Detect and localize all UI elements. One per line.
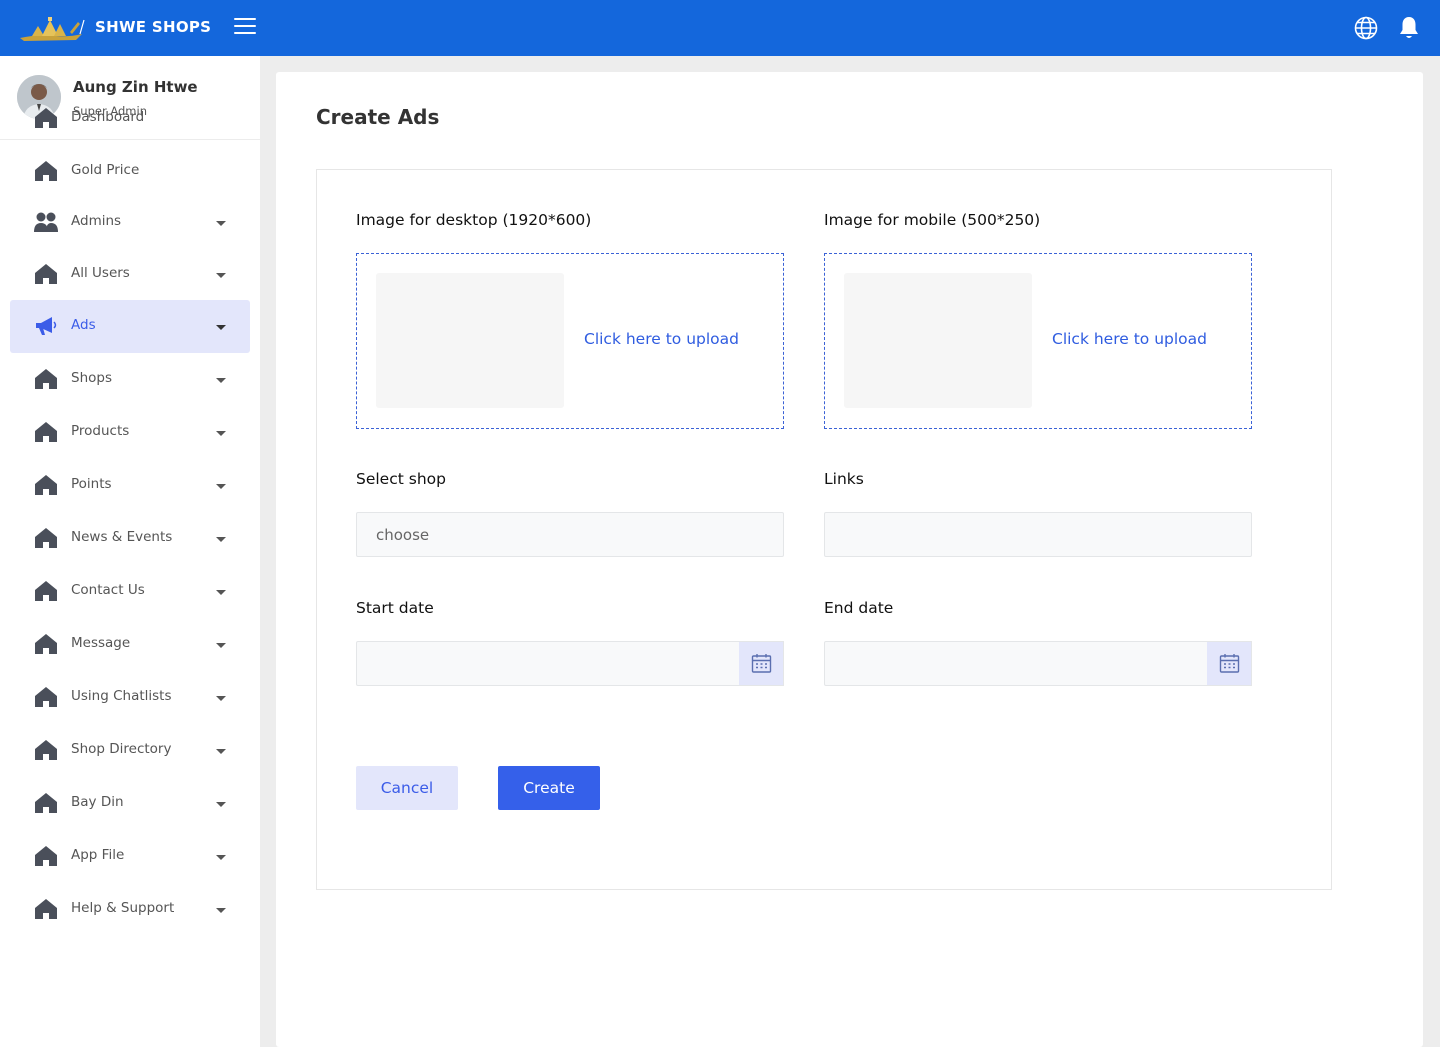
chevron-down-icon [216,537,226,542]
desktop-image-preview [376,273,564,408]
chevron-down-icon [216,484,226,489]
sidebar-item-help-support[interactable]: Help & Support [10,883,250,936]
sidebar-item-app-file[interactable]: App File [10,830,250,883]
sidebar-item-shops[interactable]: Shops [10,353,250,406]
home-icon [34,263,58,285]
end-date-label: End date [824,599,894,617]
home-icon [34,107,58,129]
start-date-field [356,641,784,686]
sidebar-item-products[interactable]: Products [10,406,250,459]
sidebar-item-admins[interactable]: Admins [10,196,250,249]
sidebar-item-label: Admins [71,213,122,229]
home-icon [34,739,58,761]
chevron-down-icon [216,378,226,383]
end-date-calendar-button[interactable] [1207,641,1252,686]
sidebar-item-label: Bay Din [71,794,124,810]
sidebar-item-contact-us[interactable]: Contact Us [10,565,250,618]
sidebar-item-shop-directory[interactable]: Shop Directory [10,724,250,777]
home-icon [34,368,58,390]
sidebar-item-label: News & Events [71,529,173,545]
globe-icon[interactable] [1354,16,1378,40]
start-date-input[interactable] [356,641,784,686]
chevron-down-icon [216,643,226,648]
sidebar-item-dashboard[interactable]: Dashboard [10,92,250,145]
sidebar-item-label: Dashboard [71,109,145,125]
sidebar-item-label: Contact Us [71,582,145,598]
links-label: Links [824,470,864,488]
page-title: Create Ads [316,105,440,129]
chevron-down-icon [216,273,226,278]
end-date-input[interactable] [824,641,1252,686]
end-date-field [824,641,1252,686]
sidebar-item-news-events[interactable]: News & Events [10,512,250,565]
cancel-button[interactable]: Cancel [356,766,458,810]
desktop-image-upload[interactable]: Click here to upload [356,253,784,429]
menu-toggle-icon[interactable] [234,18,256,36]
sidebar-item-label: Ads [71,317,96,333]
sidebar-item-label: All Users [71,265,130,281]
select-shop-label: Select shop [356,470,446,488]
select-shop-input[interactable] [356,512,784,557]
home-icon [34,633,58,655]
sidebar: Aung Zin Htwe Super Admin Dashboard Gold … [0,56,260,1047]
sidebar-item-label: Points [71,476,112,492]
sidebar-item-label: Gold Price [71,162,140,178]
top-bar: SHWE SHOPS [0,0,1440,56]
users-icon [34,211,58,233]
sidebar-item-label: Using Chatlists [71,688,172,704]
chevron-down-icon [216,749,226,754]
chevron-down-icon [216,431,226,436]
brand-name: SHWE SHOPS [95,18,212,36]
sidebar-item-label: Help & Support [71,900,175,916]
sidebar-item-label: App File [71,847,125,863]
sidebar-item-gold-price[interactable]: Gold Price [10,145,250,198]
create-ads-form: Image for desktop (1920*600) Click here … [316,169,1332,890]
calendar-icon [751,654,772,673]
home-icon [34,686,58,708]
create-button[interactable]: Create [498,766,600,810]
sidebar-item-message[interactable]: Message [10,618,250,671]
start-date-calendar-button[interactable] [739,641,784,686]
mobile-image-preview [844,273,1032,408]
home-icon [34,160,58,182]
sidebar-item-ads[interactable]: Ads [10,300,250,353]
sidebar-item-points[interactable]: Points [10,459,250,512]
home-icon [34,474,58,496]
chevron-down-icon [216,802,226,807]
desktop-upload-link[interactable]: Click here to upload [584,330,739,348]
home-icon [34,421,58,443]
chevron-down-icon [216,855,226,860]
chevron-down-icon [216,590,226,595]
chevron-down-icon [216,696,226,701]
sidebar-item-bay-din[interactable]: Bay Din [10,777,250,830]
mobile-image-upload[interactable]: Click here to upload [824,253,1252,429]
home-icon [34,898,58,920]
sidebar-item-label: Shops [71,370,112,386]
calendar-icon [1219,654,1240,673]
sidebar-item-label: Message [71,635,131,651]
main-content: Create Ads Image for desktop (1920*600) … [276,72,1423,1047]
chevron-down-icon [216,325,226,330]
megaphone-icon [34,315,58,337]
start-date-label: Start date [356,599,434,617]
sidebar-item-using-chatlists[interactable]: Using Chatlists [10,671,250,724]
mobile-image-label: Image for mobile (500*250) [824,211,1041,229]
links-input[interactable] [824,512,1252,557]
sidebar-item-all-users[interactable]: All Users [10,248,250,301]
mobile-upload-link[interactable]: Click here to upload [1052,330,1207,348]
chevron-down-icon [216,908,226,913]
sidebar-item-label: Shop Directory [71,741,172,757]
bell-icon[interactable] [1398,15,1420,41]
home-icon [34,580,58,602]
home-icon [34,527,58,549]
desktop-image-label: Image for desktop (1920*600) [356,211,592,229]
sidebar-item-label: Products [71,423,130,439]
home-icon [34,845,58,867]
home-icon [34,792,58,814]
shwe-shops-logo [20,17,85,41]
chevron-down-icon [216,221,226,226]
